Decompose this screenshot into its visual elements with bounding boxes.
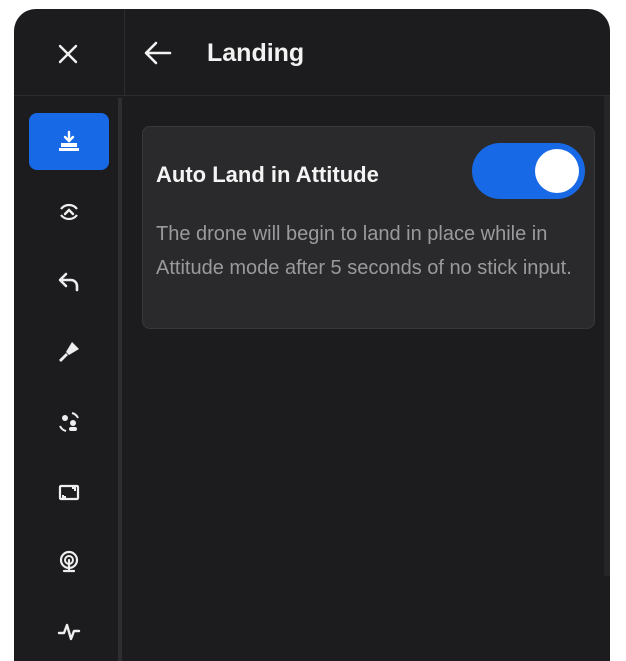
- page-title: Landing: [207, 39, 305, 67]
- obstacle-avoidance-icon: [60, 203, 78, 220]
- back-button[interactable]: [140, 35, 176, 71]
- sidebar-item-obstacle[interactable]: [29, 183, 109, 240]
- content-scrollbar[interactable]: [604, 96, 610, 576]
- auto-land-label: Auto Land in Attitude: [156, 162, 379, 187]
- close-button[interactable]: [50, 36, 86, 72]
- settings-panel: Landing Auto Land in Attitude The drone …: [14, 9, 610, 661]
- divider: [124, 9, 125, 95]
- top-bar: Landing: [14, 9, 610, 96]
- tracking-icon: [59, 411, 79, 432]
- sidebar-item-landing[interactable]: [29, 113, 109, 170]
- auto-land-toggle[interactable]: [472, 143, 585, 199]
- return-home-icon: [58, 272, 79, 291]
- sidebar-scrollbar[interactable]: [118, 98, 122, 661]
- camera-frame-icon: [58, 484, 80, 500]
- sidebar-item-flashlight[interactable]: [29, 323, 109, 380]
- flashlight-icon: [59, 341, 79, 362]
- toggle-knob: [535, 149, 579, 193]
- close-icon: [58, 44, 78, 64]
- auto-land-setting-card: Auto Land in Attitude The drone will beg…: [142, 126, 595, 329]
- sidebar-item-signal[interactable]: [29, 533, 109, 590]
- signal-icon: [59, 550, 79, 572]
- sidebar-item-pulse[interactable]: [29, 603, 109, 660]
- arrow-left-icon: [144, 41, 172, 65]
- sidebar: [14, 96, 122, 661]
- landing-icon: [59, 130, 79, 151]
- auto-land-description: The drone will begin to land in place wh…: [156, 223, 572, 279]
- sidebar-item-camera-frame[interactable]: [29, 463, 109, 520]
- sidebar-item-return-home[interactable]: [29, 253, 109, 310]
- sidebar-item-tracking[interactable]: [29, 393, 109, 450]
- pulse-icon: [57, 623, 81, 640]
